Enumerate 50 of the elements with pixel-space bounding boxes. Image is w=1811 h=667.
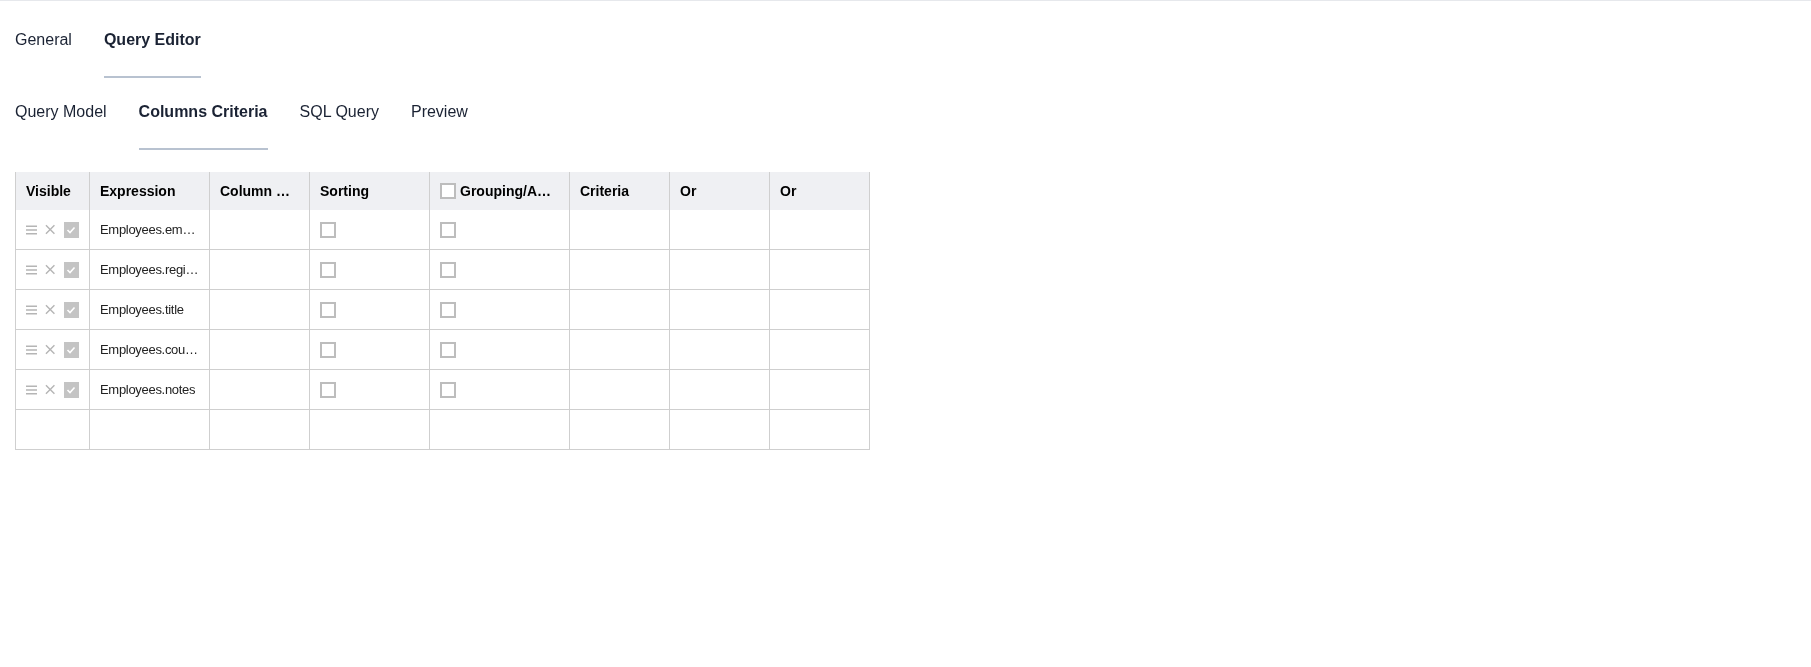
checkmark-icon: [66, 384, 77, 395]
drag-handle-icon[interactable]: [26, 344, 38, 355]
column-header: Expression: [90, 172, 210, 210]
grouping-checkbox[interactable]: [440, 261, 456, 278]
column-header: Criteria: [570, 172, 670, 210]
close-icon[interactable]: [45, 224, 56, 235]
visible-checkbox[interactable]: [63, 381, 79, 398]
drag-handle-icon[interactable]: [26, 224, 38, 235]
column-header: Or: [670, 172, 770, 210]
column-header: Grouping/A…: [430, 172, 570, 210]
close-icon[interactable]: [45, 304, 56, 315]
checkmark-icon: [66, 344, 77, 355]
sorting-checkbox[interactable]: [320, 261, 336, 278]
tab[interactable]: SQL Query: [299, 100, 379, 150]
checkmark-icon: [66, 304, 77, 315]
visible-checkbox[interactable]: [63, 341, 79, 358]
grouping-checkbox[interactable]: [440, 221, 456, 238]
sorting-checkbox[interactable]: [320, 341, 336, 358]
column-header: Or: [770, 172, 870, 210]
sorting-checkbox[interactable]: [320, 301, 336, 318]
tab[interactable]: General: [15, 28, 72, 78]
table-cell-text: Employees.em…: [100, 220, 196, 239]
drag-handle-icon[interactable]: [26, 384, 38, 395]
table-cell-text: Employees.notes: [100, 380, 196, 399]
sorting-checkbox[interactable]: [320, 381, 336, 398]
column-header: Visible: [16, 172, 90, 210]
grouping-checkbox[interactable]: [440, 341, 456, 358]
close-icon[interactable]: [45, 384, 56, 395]
column-header: Sorting: [310, 172, 430, 210]
grouping-checkbox[interactable]: [440, 301, 456, 318]
visible-checkbox[interactable]: [63, 261, 79, 278]
table-cell-text: Employees.cou…: [100, 340, 198, 359]
grouping-checkbox[interactable]: [440, 381, 456, 398]
checkmark-icon: [66, 264, 77, 275]
visible-checkbox[interactable]: [63, 221, 79, 238]
tab[interactable]: Query Editor: [103, 28, 201, 78]
tab[interactable]: Query Model: [15, 100, 107, 150]
close-icon[interactable]: [45, 344, 56, 355]
sorting-checkbox[interactable]: [320, 221, 336, 238]
table-cell-text: Employees.title: [100, 300, 184, 319]
checkmark-icon: [66, 224, 77, 235]
visible-checkbox[interactable]: [63, 301, 79, 318]
table-cell-text: Employees.regi…: [100, 260, 199, 279]
tab[interactable]: Columns Criteria: [138, 100, 268, 150]
drag-handle-icon[interactable]: [26, 304, 38, 315]
header-checkbox[interactable]: [440, 183, 456, 199]
drag-handle-icon[interactable]: [26, 264, 38, 275]
tab[interactable]: Preview: [410, 100, 468, 150]
close-icon[interactable]: [45, 264, 56, 275]
column-header: Column …: [210, 172, 310, 210]
